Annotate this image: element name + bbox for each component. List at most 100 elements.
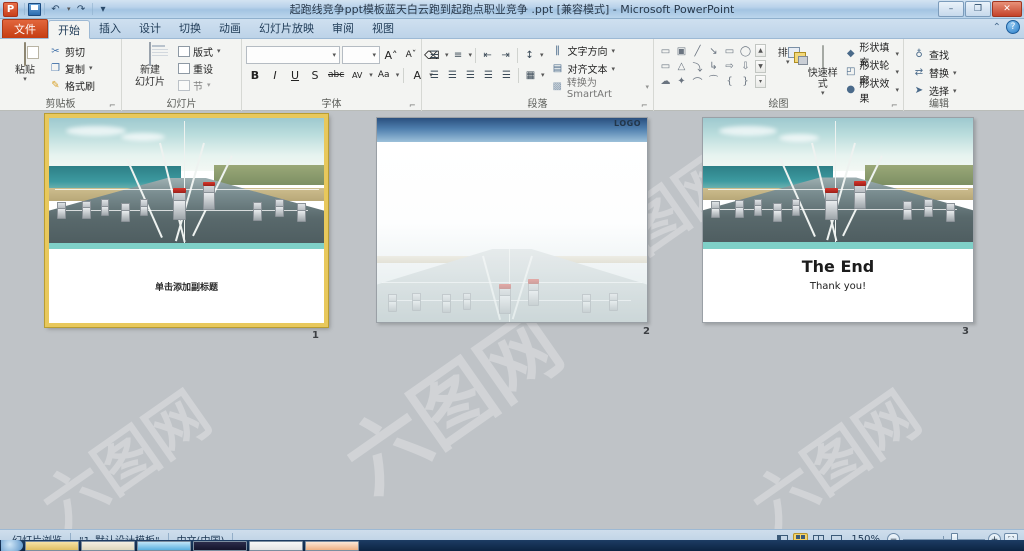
change-case-button[interactable]: Aa (375, 66, 393, 84)
align-left-button[interactable]: ☰ (426, 66, 443, 84)
clipboard-dialog-launcher[interactable]: ⌐ (109, 101, 118, 110)
taskbar-item[interactable] (25, 540, 79, 551)
text-direction-button[interactable]: ‖ 文字方向 ▾ (551, 42, 649, 59)
tab-transitions[interactable]: 切换 (170, 19, 210, 38)
paste-dropdown-icon[interactable]: ▾ (23, 76, 27, 83)
slide-1-canvas[interactable]: 单击添加副标题 (45, 114, 328, 327)
undo-dropdown-icon[interactable]: ▾ (67, 5, 71, 13)
italic-button[interactable]: I (266, 66, 284, 84)
copy-dropdown-icon[interactable]: ▾ (89, 64, 93, 72)
select-dropdown-icon[interactable]: ▾ (953, 87, 957, 95)
bullets-dropdown-icon[interactable]: ▾ (445, 51, 449, 59)
layout-button[interactable]: 版式 ▾ (174, 43, 224, 59)
shape-effects-dropdown-icon[interactable]: ▾ (895, 86, 899, 94)
save-button[interactable] (28, 2, 41, 16)
slide-3-canvas[interactable]: The End Thank you! (702, 117, 974, 323)
convert-smartart-button[interactable]: ▩ 转换为 SmartArt ▾ (551, 78, 649, 100)
shapes-scrollbar[interactable]: ▲ ▼ ▾ (755, 44, 766, 88)
text-direction-dropdown-icon[interactable]: ▾ (612, 47, 616, 55)
shape-item[interactable]: ↳ (706, 59, 721, 73)
grow-font-button[interactable]: A˄ (382, 46, 400, 64)
shape-item[interactable]: ⌒ (690, 74, 705, 89)
minimize-ribbon-icon[interactable]: ⌃ (993, 22, 1001, 33)
tab-view[interactable]: 视图 (363, 19, 403, 38)
help-icon[interactable]: ? (1006, 20, 1020, 34)
restore-button[interactable]: ❐ (965, 1, 991, 17)
tab-review[interactable]: 审阅 (323, 19, 363, 38)
shape-item[interactable]: ↘ (706, 44, 721, 58)
reset-button[interactable]: 重设 (174, 60, 224, 76)
change-case-dropdown-icon[interactable]: ▾ (396, 71, 400, 79)
shrink-font-button[interactable]: Aˇ (402, 46, 420, 64)
cut-button[interactable]: ✂ 剪切 (46, 43, 98, 59)
shapes-more-icon[interactable]: ▾ (755, 75, 766, 88)
tab-slideshow[interactable]: 幻灯片放映 (250, 19, 323, 38)
bold-button[interactable]: B (246, 66, 264, 84)
font-size-dropdown-icon[interactable]: ▾ (372, 51, 376, 59)
section-button[interactable]: 节 ▾ (174, 77, 224, 93)
close-button[interactable]: ✕ (992, 1, 1022, 17)
taskbar-item[interactable] (305, 540, 359, 551)
shape-item[interactable]: } (738, 74, 753, 88)
customize-qat-icon[interactable]: ▾ (96, 2, 111, 17)
columns-button[interactable]: ▦ (522, 66, 539, 84)
character-spacing-button[interactable]: AV (348, 66, 366, 84)
taskbar-item[interactable] (193, 540, 247, 551)
shape-item[interactable]: △ (674, 59, 689, 73)
start-button[interactable] (1, 540, 23, 551)
undo-button[interactable]: ↶ (48, 2, 63, 17)
shape-item[interactable]: ▭ (722, 44, 737, 58)
distribute-button[interactable]: ☰ (498, 66, 515, 84)
line-spacing-dropdown-icon[interactable]: ▾ (540, 51, 544, 59)
layout-dropdown-icon[interactable]: ▾ (217, 47, 221, 55)
strikethrough-button[interactable]: abc (326, 66, 346, 84)
increase-indent-button[interactable]: ⇥ (497, 46, 514, 64)
tab-insert[interactable]: 插入 (90, 19, 130, 38)
paste-button[interactable]: 粘贴 ▾ (4, 41, 46, 83)
shape-item[interactable]: ☁ (658, 74, 673, 88)
decrease-indent-button[interactable]: ⇤ (479, 46, 496, 64)
shape-item[interactable]: ⁀ (706, 74, 721, 88)
numbering-button[interactable]: ≡ (450, 46, 467, 64)
shape-fill-dropdown-icon[interactable]: ▾ (895, 50, 899, 58)
bullets-button[interactable]: ☰ (426, 46, 443, 64)
slide-2-canvas[interactable]: LOGO (376, 117, 648, 323)
shape-item[interactable]: { (722, 74, 737, 88)
shapes-grid[interactable]: ▭ ▣ ╱ ↘ ▭ ◯ ▭ △ ⤵ ↳ ⇨ ⇩ ☁ ✦ ⌒ ⁀ {} (658, 44, 753, 89)
find-button[interactable]: ♁ 查找 (912, 46, 957, 63)
shape-outline-dropdown-icon[interactable]: ▾ (895, 68, 899, 76)
paragraph-dialog-launcher[interactable]: ⌐ (641, 101, 650, 110)
shapes-scroll-down-icon[interactable]: ▼ (755, 59, 766, 73)
format-painter-button[interactable]: ✎ 格式刷 (46, 77, 98, 93)
font-name-dropdown-icon[interactable]: ▾ (332, 51, 336, 59)
justify-button[interactable]: ☰ (480, 66, 497, 84)
tab-file[interactable]: 文件 (2, 19, 48, 38)
section-dropdown-icon[interactable]: ▾ (207, 81, 211, 89)
new-slide-button[interactable]: 新建 幻灯片 (126, 41, 174, 88)
arrange-button[interactable]: 排列 ▾ (771, 44, 808, 66)
shapes-gallery[interactable]: ▭ ▣ ╱ ↘ ▭ ◯ ▭ △ ⤵ ↳ ⇨ ⇩ ☁ ✦ ⌒ ⁀ {} ▲ ▼ … (658, 44, 766, 89)
font-name-input[interactable]: ▾ (246, 46, 340, 64)
numbering-dropdown-icon[interactable]: ▾ (469, 51, 473, 59)
font-dialog-launcher[interactable]: ⌐ (409, 101, 418, 110)
align-center-button[interactable]: ☰ (444, 66, 461, 84)
convert-smartart-dropdown-icon[interactable]: ▾ (645, 83, 649, 91)
tab-home[interactable]: 开始 (48, 20, 90, 39)
shape-item[interactable]: ⇨ (722, 59, 737, 73)
shape-item[interactable]: ▭ (658, 44, 673, 58)
line-spacing-button[interactable]: ↕ (521, 46, 538, 64)
shape-item[interactable]: ✦ (674, 74, 689, 88)
shape-item[interactable]: ▣ (674, 44, 689, 58)
replace-dropdown-icon[interactable]: ▾ (953, 69, 957, 77)
shape-item[interactable]: ⇩ (738, 59, 753, 73)
replace-button[interactable]: ⇄ 替换 ▾ (912, 64, 957, 81)
copy-button[interactable]: ❐ 复制 ▾ (46, 60, 98, 76)
shape-item[interactable]: ╱ (690, 44, 705, 58)
tab-design[interactable]: 设计 (130, 19, 170, 38)
shape-item[interactable]: ⤵ (690, 59, 705, 74)
shape-item[interactable]: ▭ (658, 59, 673, 73)
quick-styles-button[interactable]: 快速样式 ▾ (804, 44, 841, 97)
slide-sorter-pane[interactable]: 六图网 六图网 六图网 六图网 六图网 (0, 111, 1024, 529)
columns-dropdown-icon[interactable]: ▾ (541, 71, 545, 79)
taskbar-item[interactable] (249, 540, 303, 551)
